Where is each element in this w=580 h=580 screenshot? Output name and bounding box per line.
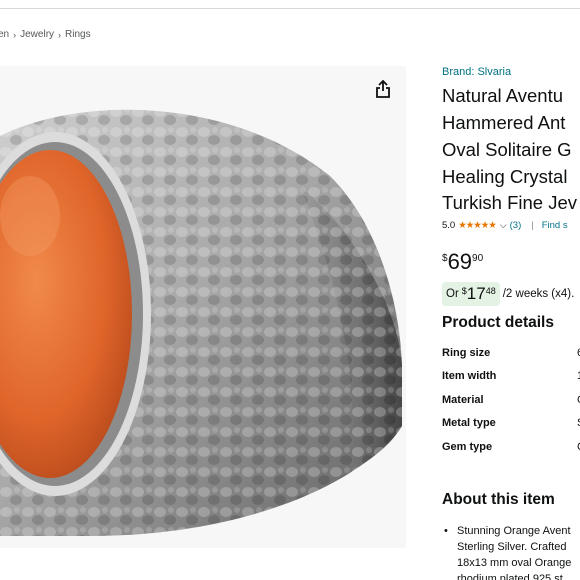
product-title-line: Oval Solitaire G xyxy=(442,139,572,160)
ring-illustration xyxy=(0,66,406,548)
bullet-point: • xyxy=(444,525,448,537)
product-image[interactable] xyxy=(0,66,406,548)
product-details-heading: Product details xyxy=(442,314,554,331)
chevron-down-icon[interactable]: ⌵ xyxy=(500,220,507,231)
about-text-line: Stunning Orange Avent xyxy=(457,525,571,537)
rating-summary: 5.0 ★★★★★ ⌵ (3) | Find s xyxy=(442,220,568,231)
rating-value: 5.0 xyxy=(442,220,456,231)
chevron-right-icon: › xyxy=(13,29,17,40)
product-info-column: Brand: Slvaria Natural Aventu Hammered A… xyxy=(441,0,580,580)
breadcrumb: en › Jewelry › Rings xyxy=(0,29,91,40)
about-text-line: rhodium plated 925 st xyxy=(457,573,563,580)
about-text-line: Sterling Silver. Crafted xyxy=(457,541,567,553)
separator: | xyxy=(531,220,534,231)
breadcrumb-item-en[interactable]: en xyxy=(0,29,9,40)
find-similar-link[interactable]: Find s xyxy=(542,220,568,231)
installment-fraction: 48 xyxy=(485,286,496,296)
about-text-line: 18x13 mm oval Orange xyxy=(457,557,572,569)
detail-label: Gem type xyxy=(442,441,493,453)
breadcrumb-item-jewelry[interactable]: Jewelry xyxy=(20,29,54,40)
detail-label: Material xyxy=(442,394,484,406)
breadcrumb-item-rings[interactable]: Rings xyxy=(65,29,91,40)
detail-label: Ring size xyxy=(442,347,491,359)
share-button[interactable] xyxy=(370,76,396,102)
chevron-right-icon: › xyxy=(58,29,62,40)
share-icon xyxy=(376,80,390,98)
star-rating-icon[interactable]: ★★★★★ xyxy=(458,220,497,231)
product-title-line: Hammered Ant xyxy=(442,112,566,133)
price-whole: 69 xyxy=(447,249,473,274)
installment-prefix: Or xyxy=(446,288,459,300)
brand-link[interactable]: Brand: Slvaria xyxy=(442,66,511,78)
detail-label: Item width xyxy=(442,370,497,382)
installment-badge[interactable]: Or $ 17 48 xyxy=(442,282,500,306)
product-title-line: Turkish Fine Jev xyxy=(442,192,578,213)
detail-label: Metal type xyxy=(442,417,496,429)
installment-terms: /2 weeks (x4). xyxy=(502,288,575,300)
product-title-line: Natural Aventu xyxy=(442,85,564,106)
price: $ 69 90 xyxy=(442,250,483,274)
review-count-link[interactable]: (3) xyxy=(510,220,522,231)
installment-whole: 17 xyxy=(466,284,486,303)
product-title-line: Healing Crystal xyxy=(442,166,568,187)
price-fraction: 90 xyxy=(472,253,484,264)
installment-offer: Or $ 17 48 /2 weeks (x4). xyxy=(442,282,574,306)
about-heading: About this item xyxy=(442,491,555,508)
